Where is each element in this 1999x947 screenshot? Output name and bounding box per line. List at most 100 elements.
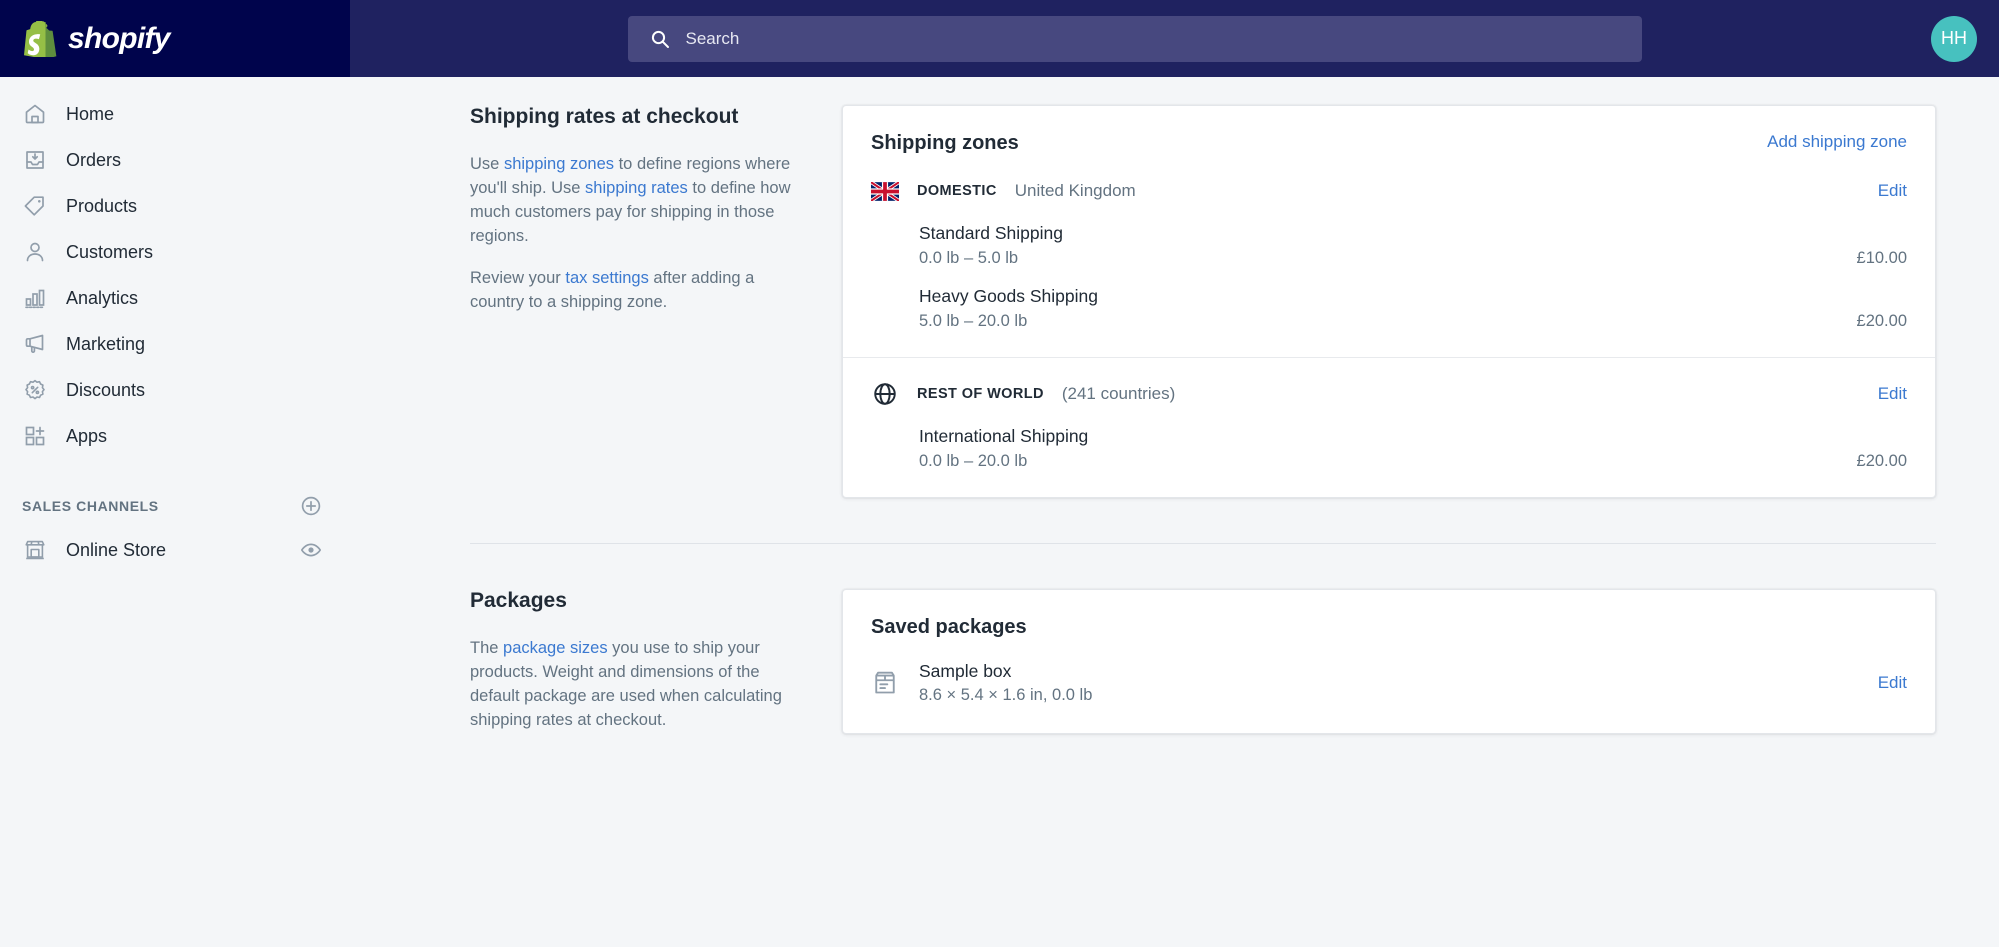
- search-container: Search: [350, 15, 1919, 62]
- sales-channels-title: SALES CHANNELS: [22, 498, 159, 514]
- saved-packages-title: Saved packages: [871, 616, 1027, 638]
- sidebar-item-customers[interactable]: Customers: [0, 229, 350, 275]
- eye-icon[interactable]: [300, 539, 322, 561]
- search-icon: [650, 29, 670, 49]
- zone-header: REST OF WORLD (241 countries) Edit: [871, 380, 1907, 408]
- shipping-zones-title: Shipping zones: [871, 132, 1019, 154]
- rate-price: £10.00: [1856, 249, 1907, 267]
- sidebar-item-label: Apps: [66, 425, 108, 446]
- edit-package-button[interactable]: Edit: [1878, 673, 1907, 693]
- shipping-rates-link[interactable]: shipping rates: [585, 179, 688, 197]
- shipping-zone-rest-of-world: REST OF WORLD (241 countries) Edit Inter…: [843, 358, 1935, 497]
- globe-icon: [871, 380, 899, 408]
- rate-weight-range: 5.0 lb – 20.0 lb: [919, 312, 1028, 330]
- sidebar-item-discounts[interactable]: Discounts: [0, 367, 350, 413]
- package-sizes-link[interactable]: package sizes: [503, 639, 608, 657]
- rate-detail-line: 0.0 lb – 5.0 lb £10.00: [919, 249, 1907, 268]
- packages-paragraph: The package sizes you use to ship your p…: [470, 637, 802, 733]
- sidebar-item-label: Marketing: [66, 333, 146, 354]
- rate-weight-range: 0.0 lb – 20.0 lb: [919, 452, 1028, 470]
- zone-subtitle: United Kingdom: [1014, 181, 1136, 200]
- shopify-wordmark: shopify: [68, 21, 170, 55]
- saved-packages-card-header: Saved packages: [843, 590, 1935, 639]
- rate-row: Heavy Goods Shipping 5.0 lb – 20.0 lb £2…: [919, 286, 1907, 331]
- sidebar-item-analytics[interactable]: Analytics: [0, 275, 350, 321]
- saved-packages-card: Saved packages Sample box 8.6 × 5.4 × 1.…: [842, 589, 1936, 734]
- packages-section: Packages The package sizes you use to sh…: [350, 589, 1999, 751]
- home-icon: [22, 101, 48, 127]
- sidebar-item-products[interactable]: Products: [0, 183, 350, 229]
- rate-name: International Shipping: [919, 426, 1089, 446]
- main-content: Shipping rates at checkout Use shipping …: [350, 77, 1999, 947]
- uk-flag-icon: [871, 177, 899, 205]
- rate-price: £20.00: [1856, 452, 1907, 470]
- sidebar-item-home[interactable]: Home: [0, 91, 350, 137]
- zone-rates-list: Standard Shipping 0.0 lb – 5.0 lb £10.00…: [871, 223, 1907, 331]
- storefront-icon: [22, 537, 48, 563]
- shipping-zone-domestic: DOMESTIC United Kingdom Edit Standard Sh…: [843, 155, 1935, 357]
- sidebar-item-orders[interactable]: Orders: [0, 137, 350, 183]
- products-tag-icon: [22, 193, 48, 219]
- zone-name: DOMESTIC: [917, 183, 997, 199]
- rate-row: Standard Shipping 0.0 lb – 5.0 lb £10.00: [919, 223, 1907, 268]
- packages-description-column: Packages The package sizes you use to sh…: [470, 589, 842, 751]
- avatar[interactable]: HH: [1931, 15, 1977, 62]
- section-divider: [470, 543, 1936, 544]
- customers-person-icon: [22, 239, 48, 265]
- shipping-paragraph-1: Use shipping zones to define regions whe…: [470, 153, 802, 249]
- package-info: Sample box 8.6 × 5.4 × 1.6 in, 0.0 lb: [919, 661, 1878, 705]
- shipping-description-column: Shipping rates at checkout Use shipping …: [470, 105, 842, 498]
- edit-zone-button[interactable]: Edit: [1878, 181, 1907, 201]
- top-navigation-bar: shopify Search HH: [0, 0, 1999, 77]
- zone-header: DOMESTIC United Kingdom Edit: [871, 177, 1907, 205]
- add-shipping-zone-button[interactable]: Add shipping zone: [1767, 132, 1907, 152]
- search-placeholder: Search: [685, 28, 740, 48]
- orders-inbox-icon: [22, 147, 48, 173]
- text-fragment: Review your: [470, 268, 566, 287]
- sidebar-item-label: Analytics: [66, 287, 139, 308]
- package-row: Sample box 8.6 × 5.4 × 1.6 in, 0.0 lb Ed…: [843, 639, 1935, 733]
- packages-title: Packages: [470, 589, 567, 612]
- package-name: Sample box: [919, 661, 1012, 681]
- sidebar-item-label: Online Store: [66, 539, 167, 560]
- rate-name: Standard Shipping: [919, 223, 1063, 243]
- package-box-icon: [871, 668, 901, 698]
- analytics-bar-chart-icon: [22, 285, 48, 311]
- rate-weight-range: 0.0 lb – 5.0 lb: [919, 249, 1019, 267]
- text-fragment: Use: [470, 155, 504, 173]
- rate-name: Heavy Goods Shipping: [919, 286, 1098, 306]
- sidebar-item-label: Orders: [66, 149, 122, 170]
- zone-rates-list: International Shipping 0.0 lb – 20.0 lb …: [871, 426, 1907, 471]
- shipping-zones-column: Shipping zones Add shipping zone DOMESTI…: [842, 105, 1936, 498]
- shipping-zones-card: Shipping zones Add shipping zone DOMESTI…: [842, 105, 1936, 498]
- sidebar-item-online-store[interactable]: Online Store: [0, 527, 350, 573]
- sidebar-item-label: Discounts: [66, 379, 146, 400]
- zone-subtitle: (241 countries): [1061, 384, 1176, 403]
- sidebar: Home Orders Products Customers Analytics…: [0, 77, 350, 947]
- rate-row: International Shipping 0.0 lb – 20.0 lb …: [919, 426, 1907, 471]
- sidebar-item-label: Home: [66, 103, 115, 124]
- marketing-megaphone-icon: [22, 331, 48, 357]
- page-title: Shipping rates at checkout: [470, 105, 739, 128]
- tax-settings-link[interactable]: tax settings: [565, 269, 648, 287]
- shipping-zones-link[interactable]: shipping zones: [504, 155, 614, 173]
- shopify-bag-logo-icon: [24, 19, 58, 59]
- rate-price: £20.00: [1856, 312, 1907, 330]
- rate-detail-line: 0.0 lb – 20.0 lb £20.00: [919, 452, 1907, 471]
- sidebar-item-apps[interactable]: Apps: [0, 413, 350, 459]
- shipping-paragraph-2: Review your tax settings after adding a …: [470, 267, 802, 315]
- shopify-logo[interactable]: shopify: [0, 0, 350, 77]
- avatar-initials: HH: [1941, 28, 1967, 48]
- discounts-badge-icon: [22, 377, 48, 403]
- sidebar-item-label: Products: [66, 195, 138, 216]
- edit-zone-button[interactable]: Edit: [1878, 384, 1907, 404]
- sidebar-item-label: Customers: [66, 241, 154, 262]
- saved-packages-column: Saved packages Sample box 8.6 × 5.4 × 1.…: [842, 589, 1936, 751]
- sales-channels-section-header: SALES CHANNELS: [0, 485, 350, 527]
- apps-grid-plus-icon: [22, 423, 48, 449]
- text-fragment: The: [470, 639, 504, 657]
- rate-detail-line: 5.0 lb – 20.0 lb £20.00: [919, 312, 1907, 331]
- search-input[interactable]: Search: [627, 15, 1642, 62]
- sidebar-item-marketing[interactable]: Marketing: [0, 321, 350, 367]
- plus-circle-icon[interactable]: [300, 495, 322, 517]
